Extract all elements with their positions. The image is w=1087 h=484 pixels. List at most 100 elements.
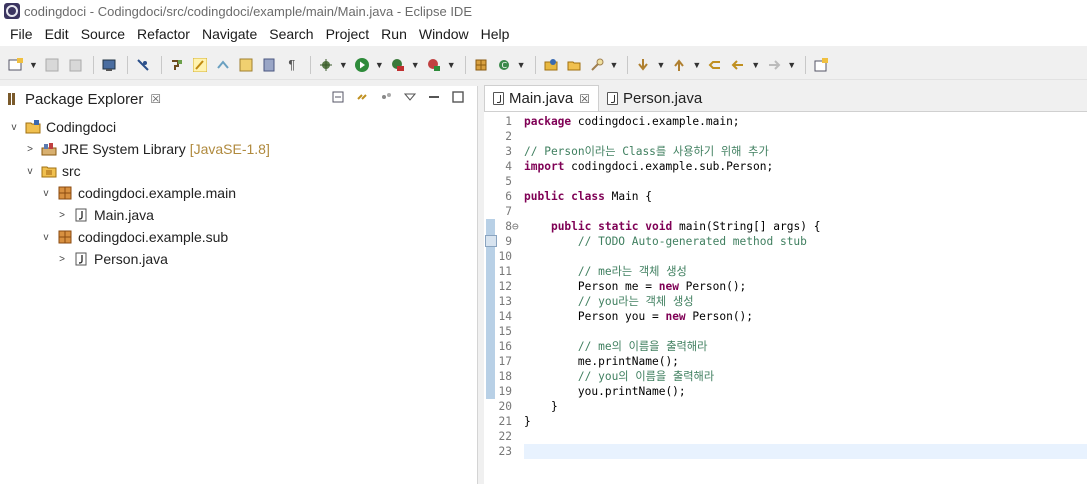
toolbar-separator bbox=[805, 55, 807, 74]
java-file-icon bbox=[73, 208, 89, 222]
search-dropdown-icon[interactable]: ▼ bbox=[610, 60, 619, 70]
coverage-icon[interactable] bbox=[388, 55, 408, 75]
keyword-token: class bbox=[571, 190, 605, 203]
back-dropdown-icon[interactable]: ▼ bbox=[751, 60, 760, 70]
save-icon[interactable] bbox=[42, 55, 62, 75]
menu-run[interactable]: Run bbox=[375, 26, 413, 42]
show-whitespace-icon[interactable]: ¶ bbox=[282, 55, 302, 75]
line-number: 4 bbox=[505, 160, 512, 173]
highlight-icon[interactable] bbox=[190, 55, 210, 75]
new-icon[interactable] bbox=[6, 55, 26, 75]
code-source: // TODO Auto-generated method stub bbox=[524, 234, 807, 249]
mark-occurrences-icon[interactable] bbox=[236, 55, 256, 75]
menu-window[interactable]: Window bbox=[413, 26, 475, 42]
view-menu-icon[interactable] bbox=[403, 90, 417, 104]
menu-navigate[interactable]: Navigate bbox=[196, 26, 263, 42]
task-marker-icon[interactable] bbox=[485, 235, 497, 247]
external-tools-dropdown-icon[interactable]: ▼ bbox=[447, 60, 456, 70]
maximize-icon[interactable] bbox=[451, 90, 465, 104]
new-class-dropdown-icon[interactable]: ▼ bbox=[517, 60, 526, 70]
forward-icon[interactable] bbox=[764, 55, 784, 75]
expand-toggle-icon[interactable]: v bbox=[8, 121, 20, 133]
open-task-icon[interactable] bbox=[541, 55, 561, 75]
expand-toggle-icon[interactable]: > bbox=[24, 143, 36, 155]
fold-collapse-icon[interactable]: ⊖ bbox=[512, 219, 519, 234]
next-annotation-dropdown-icon[interactable]: ▼ bbox=[656, 60, 665, 70]
menu-search[interactable]: Search bbox=[263, 26, 319, 42]
run-icon[interactable] bbox=[352, 55, 372, 75]
menu-refactor[interactable]: Refactor bbox=[131, 26, 196, 42]
package-icon bbox=[57, 186, 73, 200]
menu-source[interactable]: Source bbox=[75, 26, 131, 42]
expand-toggle-icon[interactable]: > bbox=[56, 209, 68, 221]
debug-dropdown-icon[interactable]: ▼ bbox=[339, 60, 348, 70]
code-source: import codingdoci.example.sub.Person; bbox=[524, 159, 773, 174]
back-icon[interactable] bbox=[728, 55, 748, 75]
open-perspective-icon[interactable] bbox=[811, 55, 831, 75]
tab-person-java[interactable]: Person.java bbox=[599, 85, 710, 111]
line-number: 5 bbox=[505, 175, 512, 188]
menu-file[interactable]: File bbox=[4, 26, 39, 42]
new-java-class-icon[interactable]: C bbox=[494, 55, 514, 75]
keyword-token: void bbox=[645, 220, 673, 233]
tree-item-main-java[interactable]: > Main.java bbox=[0, 204, 477, 226]
block-selection-icon[interactable] bbox=[259, 55, 279, 75]
search-icon[interactable] bbox=[587, 55, 607, 75]
code-source: // Person이라는 Class를 사용하기 위해 추가 bbox=[524, 144, 769, 159]
link-with-editor-icon[interactable] bbox=[355, 90, 369, 104]
code-token: Person(); bbox=[678, 280, 747, 293]
code-source: Person me = new Person(); bbox=[524, 279, 746, 294]
open-type-icon[interactable] bbox=[167, 55, 187, 75]
next-annotation-icon[interactable] bbox=[633, 55, 653, 75]
line-number: 20 bbox=[498, 400, 512, 413]
tree-item-label: JRE System Library bbox=[62, 141, 186, 157]
coverage-dropdown-icon[interactable]: ▼ bbox=[411, 60, 420, 70]
tree-item-package-sub[interactable]: v codingdoci.example.sub bbox=[0, 226, 477, 248]
expand-toggle-icon[interactable]: v bbox=[24, 165, 36, 177]
tree-item-label: Codingdoci bbox=[46, 119, 117, 135]
annotation-icon[interactable] bbox=[213, 55, 233, 75]
eclipse-icon bbox=[4, 3, 20, 19]
debug-icon[interactable] bbox=[316, 55, 336, 75]
code-token: codingdoci.example.main; bbox=[571, 115, 740, 128]
tree-item-src[interactable]: v src bbox=[0, 160, 477, 182]
tree-item-project[interactable]: v Codingdoci bbox=[0, 116, 477, 138]
line-number: 2 bbox=[505, 130, 512, 143]
tree-item-person-java[interactable]: > Person.java bbox=[0, 248, 477, 270]
expand-toggle-icon[interactable]: > bbox=[56, 253, 68, 265]
close-icon[interactable]: ☒ bbox=[150, 92, 161, 106]
open-folder-icon[interactable] bbox=[564, 55, 584, 75]
minimize-icon[interactable] bbox=[427, 90, 441, 104]
package-explorer-title[interactable]: Package Explorer bbox=[25, 91, 143, 108]
comment-token: // you의 이름을 출력해라 bbox=[577, 370, 715, 383]
run-dropdown-icon[interactable]: ▼ bbox=[375, 60, 384, 70]
focus-on-active-task-icon[interactable] bbox=[379, 90, 393, 104]
menu-project[interactable]: Project bbox=[320, 26, 376, 42]
skip-breakpoints-icon[interactable] bbox=[133, 55, 153, 75]
new-java-package-icon[interactable] bbox=[471, 55, 491, 75]
line-number: 11 bbox=[498, 265, 512, 278]
tab-main-java[interactable]: Main.java ☒ bbox=[484, 85, 599, 111]
external-tools-icon[interactable] bbox=[424, 55, 444, 75]
previous-annotation-dropdown-icon[interactable]: ▼ bbox=[692, 60, 701, 70]
comment-token: // TODO Auto-generated method stub bbox=[577, 235, 807, 248]
code-text-area[interactable]: 1 package codingdoci.example.main; 2 3// Pe… bbox=[484, 114, 1087, 484]
previous-annotation-icon[interactable] bbox=[669, 55, 689, 75]
new-dropdown-icon[interactable]: ▼ bbox=[29, 60, 38, 70]
tab-label: Person.java bbox=[622, 89, 703, 107]
menu-help[interactable]: Help bbox=[475, 26, 516, 42]
save-all-icon[interactable] bbox=[65, 55, 85, 75]
last-edit-location-icon[interactable] bbox=[705, 55, 725, 75]
forward-dropdown-icon[interactable]: ▼ bbox=[787, 60, 796, 70]
tree-item-jre-library[interactable]: > JRE System Library [JavaSE-1.8] bbox=[0, 138, 477, 160]
tree-item-package-main[interactable]: v codingdoci.example.main bbox=[0, 182, 477, 204]
terminal-icon[interactable] bbox=[99, 55, 119, 75]
menu-edit[interactable]: Edit bbox=[39, 26, 75, 42]
expand-toggle-icon[interactable]: v bbox=[40, 231, 52, 243]
close-icon[interactable]: ☒ bbox=[579, 92, 590, 106]
toolbar-separator bbox=[627, 55, 629, 74]
expand-toggle-icon[interactable]: v bbox=[40, 187, 52, 199]
collapse-all-icon[interactable] bbox=[331, 90, 345, 104]
